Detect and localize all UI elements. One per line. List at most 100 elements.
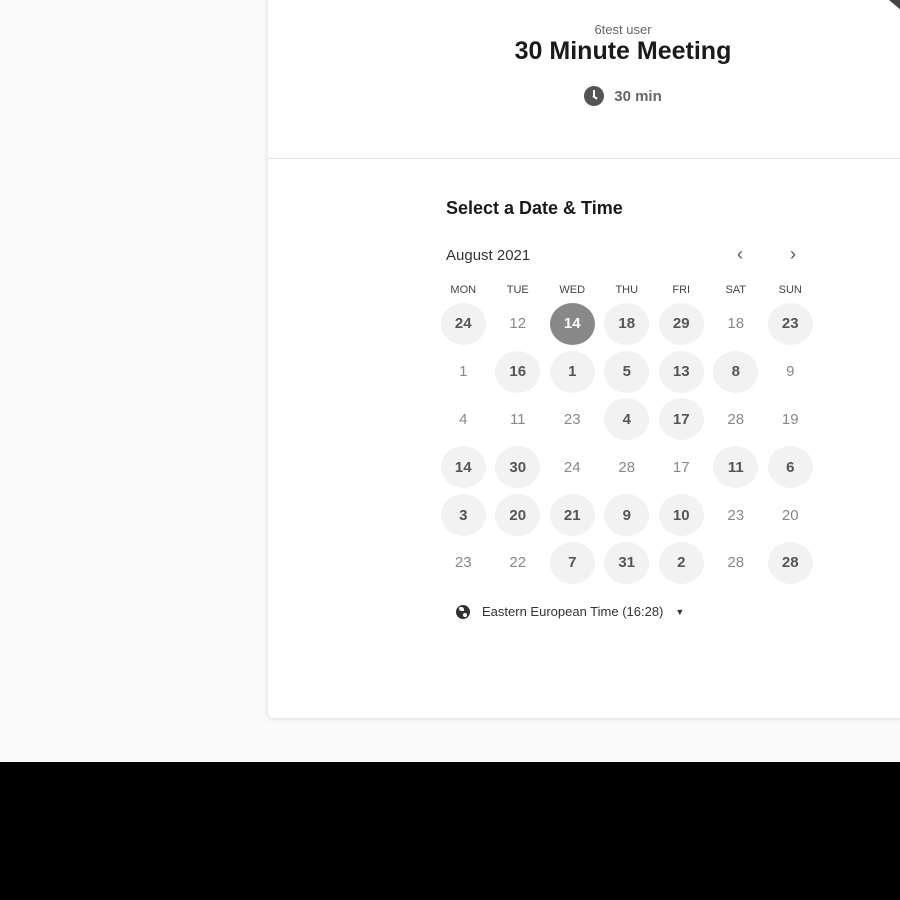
calendar-grid: MON TUE WED THU FRI SAT SUN 24 12 14 18 29 18 23 1 16 1 5… — [436, 284, 818, 587]
duration-label: 30 min — [614, 87, 662, 105]
calendar-day[interactable]: 23 — [763, 300, 818, 348]
calendar-day-number: 24 — [563, 458, 581, 476]
calendar-day-number: 13 — [658, 350, 704, 393]
calendar-day[interactable]: 13 — [654, 348, 709, 396]
calendar-day-number: 23 — [727, 506, 745, 524]
event-header: 6test user 30 Minute Meeting 30 min — [268, 0, 900, 159]
calendar-day-number: 22 — [509, 554, 527, 572]
calendar-day-number: 8 — [713, 350, 759, 393]
calendar-day: 28 — [709, 539, 764, 587]
calendar-day-number: 28 — [618, 458, 636, 476]
calendar-day: 9 — [763, 348, 818, 396]
calendar-day-number: 16 — [495, 350, 541, 393]
calendar-day[interactable]: 1 — [545, 348, 600, 396]
clock-icon — [584, 86, 605, 106]
calendar-day[interactable]: 21 — [545, 491, 600, 539]
calendar-day[interactable]: 10 — [654, 491, 709, 539]
caret-down-icon: ▼ — [675, 606, 685, 617]
calendar-day: 18 — [709, 300, 764, 348]
weekday-header: SAT — [725, 284, 747, 296]
timezone-selector[interactable]: Eastern European Time (16:28) ▼ — [456, 604, 684, 619]
event-duration: 30 min — [268, 86, 900, 106]
calendar-day-number: 23 — [454, 554, 472, 572]
calendar-day: 1 — [436, 348, 491, 396]
weekday-header: SUN — [778, 284, 802, 296]
calendar-day-number: 20 — [781, 506, 799, 524]
calendar-day-number: 17 — [658, 398, 704, 441]
calendar-day-number: 21 — [549, 494, 595, 537]
host-name: 6test user — [594, 22, 652, 37]
calendar-day-number: 2 — [658, 541, 704, 584]
calendar-day-number: 23 — [563, 410, 581, 428]
timezone-label: Eastern European Time (16:28) — [482, 604, 664, 619]
calendar-day[interactable]: 31 — [600, 539, 655, 587]
calendar-day-number: 5 — [604, 350, 650, 393]
calendar-day: 17 — [654, 443, 709, 491]
calendar-day-number: 30 — [495, 446, 541, 489]
month-label: August 2021 — [446, 247, 531, 264]
calendar-day[interactable]: 30 — [491, 443, 546, 491]
calendar-day: 20 — [763, 491, 818, 539]
calendar-day-number: 11 — [713, 446, 759, 489]
calendar-day[interactable]: 17 — [654, 396, 709, 444]
calendar-day[interactable]: 7 — [545, 539, 600, 587]
globe-icon — [456, 604, 470, 619]
next-month-button[interactable]: › — [778, 239, 808, 269]
calendar-day[interactable]: 16 — [491, 348, 546, 396]
calendar-day-number: 12 — [509, 315, 527, 333]
calendar-day[interactable]: 8 — [709, 348, 764, 396]
calendar-day-number: 11 — [509, 410, 526, 428]
page-background: 6test user 30 Minute Meeting 30 min Sele… — [0, 0, 900, 762]
calendar-day: 28 — [709, 396, 764, 444]
calendar-day-number: 9 — [786, 363, 795, 381]
calendar-day-number: 18 — [727, 315, 745, 333]
calendar-day[interactable]: 6 — [763, 443, 818, 491]
calendar-day: 4 — [436, 396, 491, 444]
calendar-day-number: 28 — [727, 410, 745, 428]
weekday-header: THU — [615, 284, 639, 296]
calendar-day-number: 24 — [440, 302, 486, 345]
calendar-day: 24 — [545, 443, 600, 491]
calendar-day-number: 28 — [727, 554, 745, 572]
calendar-day-number: 1 — [459, 363, 468, 381]
calendar-day: 22 — [491, 539, 546, 587]
section-title: Select a Date & Time — [446, 198, 623, 218]
calendar-day[interactable]: 29 — [654, 300, 709, 348]
calendar-day[interactable]: 20 — [491, 491, 546, 539]
calendar-day-number: 31 — [604, 541, 650, 584]
calendar-day-number: 7 — [549, 541, 595, 584]
previous-month-button[interactable]: ‹ — [725, 239, 755, 269]
calendar-day[interactable]: 2 — [654, 539, 709, 587]
calendar-day[interactable]: 9 — [600, 491, 655, 539]
weekday-header: WED — [559, 284, 586, 296]
chevron-left-icon: ‹ — [737, 243, 743, 264]
calendar-day-number: 6 — [767, 446, 813, 489]
calendar-day-number: 3 — [440, 494, 486, 537]
calendar-day[interactable]: 11 — [709, 443, 764, 491]
calendar-day: 23 — [709, 491, 764, 539]
calendar-day[interactable]: 14 — [545, 300, 600, 348]
calendar-day-number: 9 — [604, 494, 650, 537]
calendar-day[interactable]: 14 — [436, 443, 491, 491]
event-title: 30 Minute Meeting — [514, 37, 732, 65]
calendar-day: 11 — [491, 396, 546, 444]
weekday-header: FRI — [672, 284, 691, 296]
calendar-day: 23 — [545, 396, 600, 444]
calendar-day[interactable]: 3 — [436, 491, 491, 539]
calendar-day-number: 1 — [549, 350, 595, 393]
calendar-day-number: 17 — [672, 458, 690, 476]
calendar-day-number: 23 — [767, 302, 813, 345]
calendar-day-number: 14 — [549, 302, 595, 345]
calendar-day-number: 10 — [658, 494, 704, 537]
calendar-day[interactable]: 18 — [600, 300, 655, 348]
calendar-day[interactable]: 28 — [763, 539, 818, 587]
calendar-day-number: 18 — [604, 302, 650, 345]
calendar-day[interactable]: 5 — [600, 348, 655, 396]
calendar-day[interactable]: 24 — [436, 300, 491, 348]
calendar-day-number: 20 — [495, 494, 541, 537]
calendar-day-number: 28 — [767, 541, 813, 584]
calendar-day: 12 — [491, 300, 546, 348]
calendar-day[interactable]: 4 — [600, 396, 655, 444]
calendar-day-number: 4 — [459, 410, 468, 428]
weekday-header: MON — [450, 284, 477, 296]
